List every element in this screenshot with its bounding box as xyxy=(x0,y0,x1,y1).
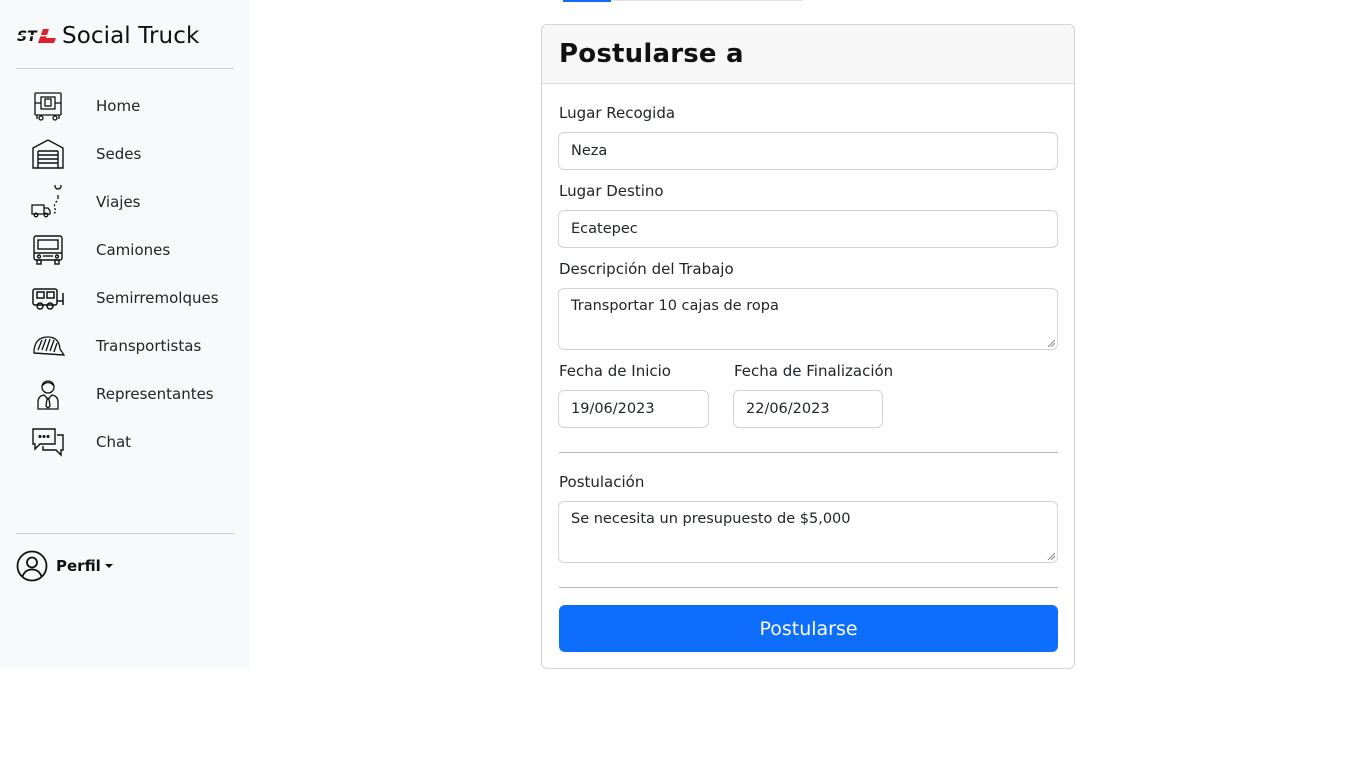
form-divider xyxy=(559,452,1058,453)
application-textarea[interactable]: Se necesita un presupuesto de $5,000 xyxy=(558,501,1058,563)
sidebar-item-label: Semirremolques xyxy=(96,289,219,307)
top-tab-active-indicator xyxy=(563,0,611,2)
application-label: Postulación xyxy=(559,473,645,491)
brand-link[interactable]: ST Social Truck xyxy=(16,20,199,52)
start-date-field[interactable]: 19/06/2023 xyxy=(558,390,709,428)
start-date-label: Fecha de Inicio xyxy=(559,362,671,380)
card-header: Postularse a xyxy=(542,25,1074,84)
sidebar-item-sedes[interactable]: Sedes xyxy=(16,130,234,178)
pickup-field[interactable]: Neza xyxy=(558,132,1058,170)
home-truck-icon xyxy=(30,88,66,124)
sidebar-item-label: Representantes xyxy=(96,385,214,403)
chat-icon xyxy=(30,424,66,460)
pickup-label: Lugar Recogida xyxy=(559,104,676,122)
sidebar-divider-bottom xyxy=(16,533,234,534)
sidebar-item-label: Camiones xyxy=(96,241,171,259)
form-divider xyxy=(559,587,1058,588)
sidebar-item-home[interactable]: Home xyxy=(16,82,234,130)
sidebar-item-label: Transportistas xyxy=(96,337,202,355)
sidebar-item-representantes[interactable]: Representantes xyxy=(16,370,234,418)
delivery-route-icon xyxy=(30,184,66,220)
description-label: Descripción del Trabajo xyxy=(559,260,734,278)
user-circle-icon xyxy=(16,550,48,582)
profile-dropdown[interactable]: Perfil xyxy=(16,550,113,582)
application-text: Se necesita un presupuesto de $5,000 xyxy=(571,511,851,527)
sidebar-item-transportistas[interactable]: Transportistas xyxy=(16,322,234,370)
description-text: Transportar 10 cajas de ropa xyxy=(571,298,779,314)
resize-grip-icon[interactable] xyxy=(1047,552,1055,560)
destination-label: Lugar Destino xyxy=(559,182,664,200)
sidebar-item-semirremolques[interactable]: Semirremolques xyxy=(16,274,234,322)
warehouse-icon xyxy=(30,136,66,172)
caret-down-icon xyxy=(104,564,113,568)
page-title: Postularse a xyxy=(559,39,744,69)
driver-cap-icon xyxy=(30,328,66,364)
description-textarea[interactable]: Transportar 10 cajas de ropa xyxy=(558,288,1058,350)
sidebar-item-label: Viajes xyxy=(96,193,141,211)
end-date-label: Fecha de Finalización xyxy=(734,362,894,380)
truck-front-icon xyxy=(30,232,66,268)
svg-text:ST: ST xyxy=(17,29,38,45)
sidebar-nav: Home Sedes Viajes Camiones Semirremolque… xyxy=(16,82,234,466)
sidebar-item-camiones[interactable]: Camiones xyxy=(16,226,234,274)
representative-icon xyxy=(30,376,66,412)
sidebar-item-label: Home xyxy=(96,97,141,115)
trailer-icon xyxy=(30,280,66,316)
sidebar: ST Social Truck Home Sedes Viajes Camion… xyxy=(0,0,250,669)
sidebar-divider-top xyxy=(16,68,234,69)
brand-name: Social Truck xyxy=(62,23,200,49)
application-card: Postularse a Lugar Recogida Neza Lugar D… xyxy=(541,24,1075,669)
brand-logo-icon: ST xyxy=(16,29,58,45)
sidebar-item-label: Sedes xyxy=(96,145,142,163)
profile-label: Perfil xyxy=(56,557,101,575)
end-date-field[interactable]: 22/06/2023 xyxy=(733,390,883,428)
sidebar-item-chat[interactable]: Chat xyxy=(16,418,234,466)
sidebar-item-viajes[interactable]: Viajes xyxy=(16,178,234,226)
sidebar-item-label: Chat xyxy=(96,433,132,451)
submit-application-button[interactable]: Postularse xyxy=(559,605,1058,652)
resize-grip-icon[interactable] xyxy=(1047,339,1055,347)
destination-field[interactable]: Ecatepec xyxy=(558,210,1058,248)
